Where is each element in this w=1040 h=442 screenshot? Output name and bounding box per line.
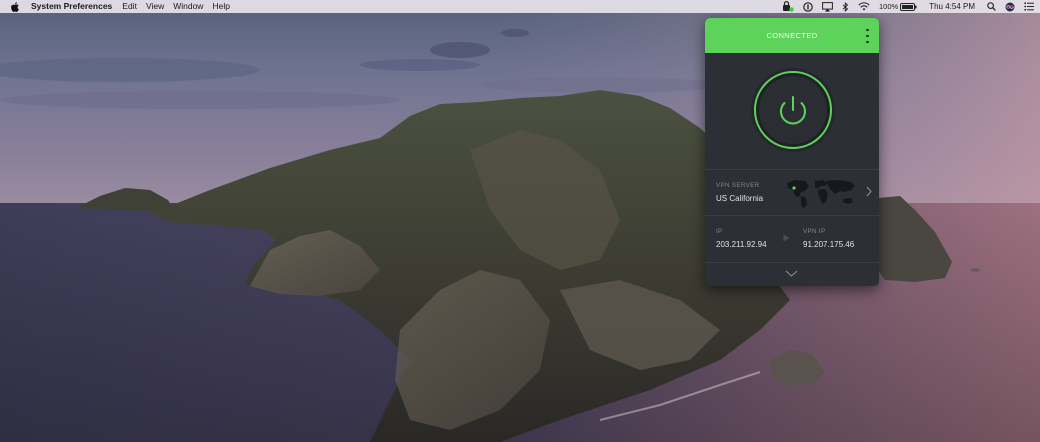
vpn-ip-label: VPN IP (803, 228, 826, 235)
chevron-right-icon[interactable] (866, 186, 872, 197)
expand-details-button[interactable] (705, 263, 879, 286)
airplay-icon[interactable] (822, 0, 833, 13)
battery-icon (900, 2, 917, 11)
desktop-wallpaper (0, 0, 1040, 442)
wifi-icon[interactable] (858, 0, 870, 13)
menu-view[interactable]: View (146, 0, 164, 13)
ip-label: IP (716, 228, 723, 235)
spotlight-icon[interactable] (987, 0, 996, 13)
vpn-ip-value: 91.207.175.46 (803, 240, 855, 249)
vpn-server-label: VPN SERVER (716, 182, 760, 189)
menu-window[interactable]: Window (173, 0, 203, 13)
vpn-header: CONNECTED (705, 18, 879, 53)
world-map-icon (787, 180, 855, 208)
vpn-status-icon[interactable] (782, 0, 794, 13)
menu-edit[interactable]: Edit (122, 0, 137, 13)
connection-status: CONNECTED (766, 30, 818, 40)
bluetooth-icon[interactable] (842, 0, 849, 13)
ip-row: IP 203.211.92.94 VPN IP 91.207.175.46 (705, 216, 879, 263)
menu-app-name[interactable]: System Preferences (31, 0, 112, 13)
battery-percent: 100% (879, 2, 899, 11)
siri-icon[interactable] (1005, 0, 1015, 13)
power-icon[interactable] (750, 67, 836, 153)
vpn-popover: CONNECTED VPN SERVER US California IP 20… (705, 18, 879, 286)
apple-icon[interactable] (11, 0, 19, 13)
vpn-server-value: US California (716, 194, 764, 203)
desktop: System Preferences Edit View Window Help (0, 0, 1040, 442)
vpn-server-row[interactable]: VPN SERVER US California (705, 170, 879, 216)
menu-help[interactable]: Help (212, 0, 229, 13)
ip-value: 203.211.92.94 (716, 240, 767, 249)
menubar-clock[interactable]: Thu 4:54 PM (929, 0, 975, 13)
menu-bar: System Preferences Edit View Window Help (0, 0, 1040, 13)
power-area (705, 53, 879, 170)
onepassword-icon[interactable] (803, 0, 813, 13)
kebab-menu-icon[interactable] (865, 29, 870, 43)
arrow-right-icon (783, 234, 790, 242)
battery-status[interactable]: 100% (879, 0, 917, 13)
notification-center-icon[interactable] (1024, 0, 1034, 13)
chevron-down-icon[interactable] (785, 270, 798, 277)
